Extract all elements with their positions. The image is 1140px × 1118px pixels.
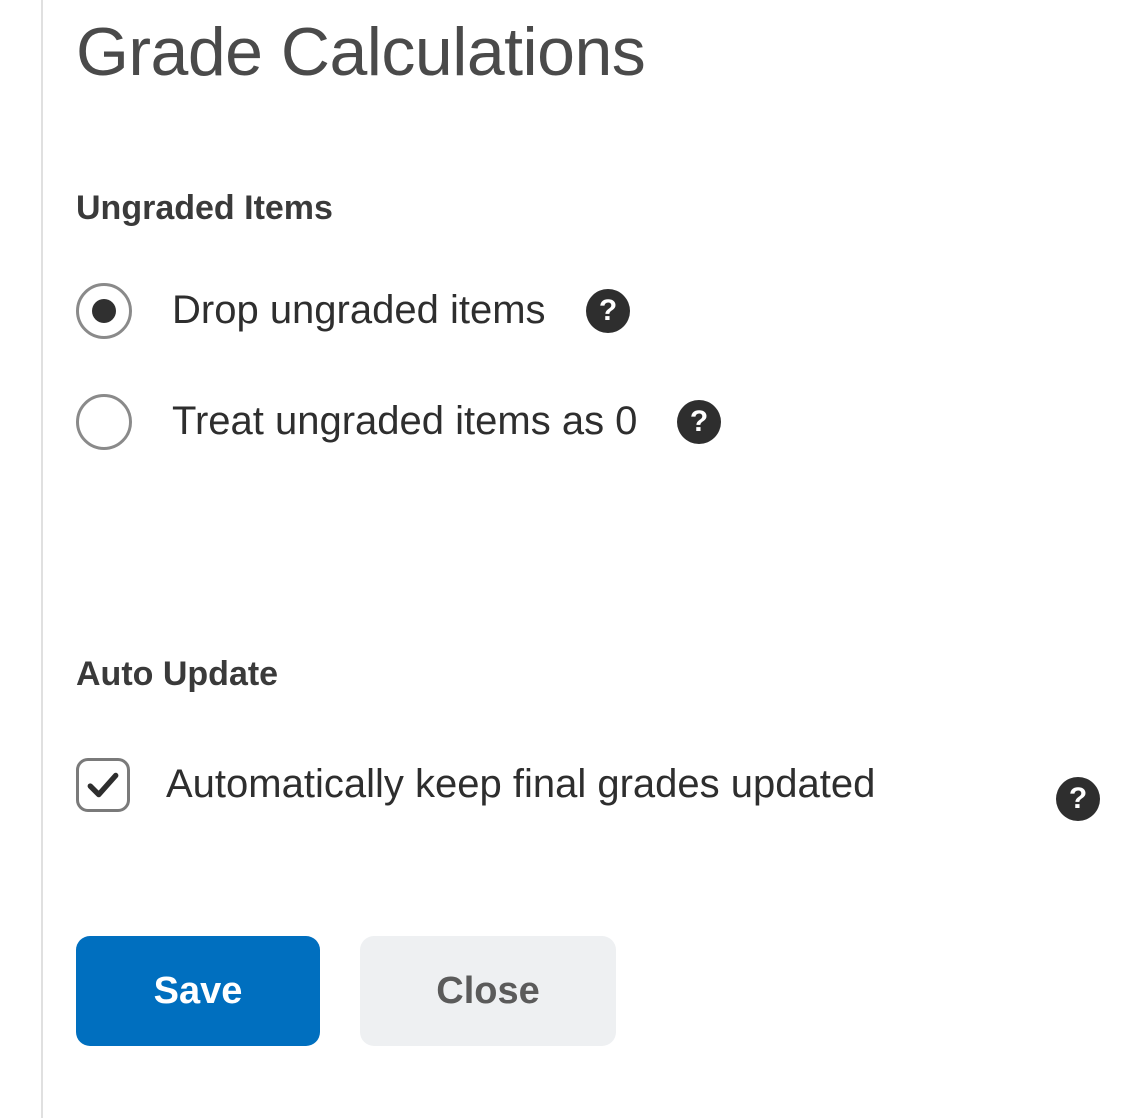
help-icon[interactable]: ? — [677, 400, 721, 444]
autoupdate-section-label: Auto Update — [76, 655, 1100, 694]
help-icon[interactable]: ? — [1056, 777, 1100, 821]
radio-drop-ungraded[interactable] — [76, 283, 132, 339]
svg-text:?: ? — [690, 405, 708, 438]
action-bar: Save Close — [76, 936, 616, 1046]
help-icon[interactable]: ? — [586, 289, 630, 333]
save-button[interactable]: Save — [76, 936, 320, 1046]
option-treat-zero[interactable]: Treat ungraded items as 0 ? — [76, 394, 1100, 450]
close-button[interactable]: Close — [360, 936, 616, 1046]
svg-text:?: ? — [598, 294, 616, 327]
radio-treat-zero[interactable] — [76, 394, 132, 450]
svg-text:?: ? — [1069, 782, 1087, 815]
autoupdate-label: Automatically keep final grades updated — [166, 762, 875, 807]
option-drop-ungraded[interactable]: Drop ungraded items ? — [76, 283, 1100, 339]
option-zero-label: Treat ungraded items as 0 — [172, 399, 637, 444]
left-divider — [41, 0, 43, 1118]
section-gap — [76, 505, 1100, 655]
page-title: Grade Calculations — [76, 12, 1100, 94]
grade-calc-panel: Grade Calculations Ungraded Items Drop u… — [76, 12, 1100, 876]
autoupdate-row: Automatically keep final grades updated … — [76, 749, 1100, 821]
autoupdate-checkbox[interactable] — [76, 758, 130, 812]
option-drop-label: Drop ungraded items — [172, 288, 546, 333]
ungraded-section-label: Ungraded Items — [76, 189, 1100, 228]
radio-selected-dot — [92, 299, 116, 323]
